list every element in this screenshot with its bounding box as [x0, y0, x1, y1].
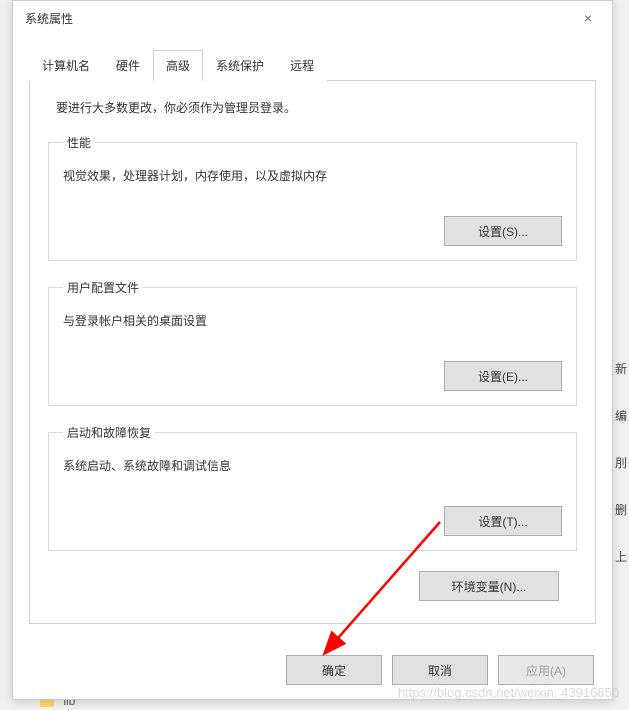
ok-button[interactable]: 确定 — [286, 655, 382, 685]
user-profiles-group: 用户配置文件 与登录帐户相关的桌面设置 设置(E)... — [48, 279, 577, 406]
titlebar: 系统属性 × — [13, 1, 612, 35]
apply-button[interactable]: 应用(A) — [498, 655, 594, 685]
tab-strip: 计算机名 硬件 高级 系统保护 远程 — [29, 49, 596, 81]
tab-system-protection[interactable]: 系统保护 — [203, 50, 277, 81]
close-icon: × — [584, 10, 592, 26]
env-var-row: 环境变量(N)... — [48, 569, 577, 601]
tab-container: 计算机名 硬件 高级 系统保护 远程 要进行大多数更改，你必须作为管理员登录。 … — [13, 35, 612, 624]
cancel-button[interactable]: 取消 — [392, 655, 488, 685]
tab-computer-name[interactable]: 计算机名 — [29, 50, 103, 81]
performance-group: 性能 视觉效果，处理器计划，内存使用，以及虚拟内存 设置(S)... — [48, 134, 577, 261]
window-title: 系统属性 — [25, 10, 73, 27]
environment-variables-button[interactable]: 环境变量(N)... — [419, 571, 559, 601]
user-profiles-settings-button[interactable]: 设置(E)... — [444, 361, 562, 391]
startup-recovery-group: 启动和故障恢复 系统启动、系统故障和调试信息 设置(T)... — [48, 424, 577, 551]
dialog-footer-buttons: 确定 取消 应用(A) — [286, 655, 594, 685]
tab-advanced[interactable]: 高级 — [153, 50, 203, 81]
user-profiles-legend: 用户配置文件 — [63, 279, 143, 296]
startup-settings-button[interactable]: 设置(T)... — [444, 506, 562, 536]
startup-desc: 系统启动、系统故障和调试信息 — [63, 451, 562, 488]
tab-remote[interactable]: 远程 — [277, 50, 327, 81]
tab-panel-advanced: 要进行大多数更改，你必须作为管理员登录。 性能 视觉效果，处理器计划，内存使用，… — [29, 81, 596, 624]
startup-legend: 启动和故障恢复 — [63, 424, 155, 441]
tab-hardware[interactable]: 硬件 — [103, 50, 153, 81]
close-button[interactable]: × — [568, 3, 608, 33]
admin-notice: 要进行大多数更改，你必须作为管理员登录。 — [48, 99, 577, 116]
system-properties-dialog: 系统属性 × 计算机名 硬件 高级 系统保护 远程 要进行大多数更改，你必须作为… — [12, 0, 613, 700]
background-sidebar: 新 编 刖 删 上 — [613, 360, 629, 620]
performance-desc: 视觉效果，处理器计划，内存使用，以及虚拟内存 — [63, 161, 562, 198]
performance-settings-button[interactable]: 设置(S)... — [444, 216, 562, 246]
user-profiles-desc: 与登录帐户相关的桌面设置 — [63, 306, 562, 343]
performance-legend: 性能 — [63, 134, 95, 151]
